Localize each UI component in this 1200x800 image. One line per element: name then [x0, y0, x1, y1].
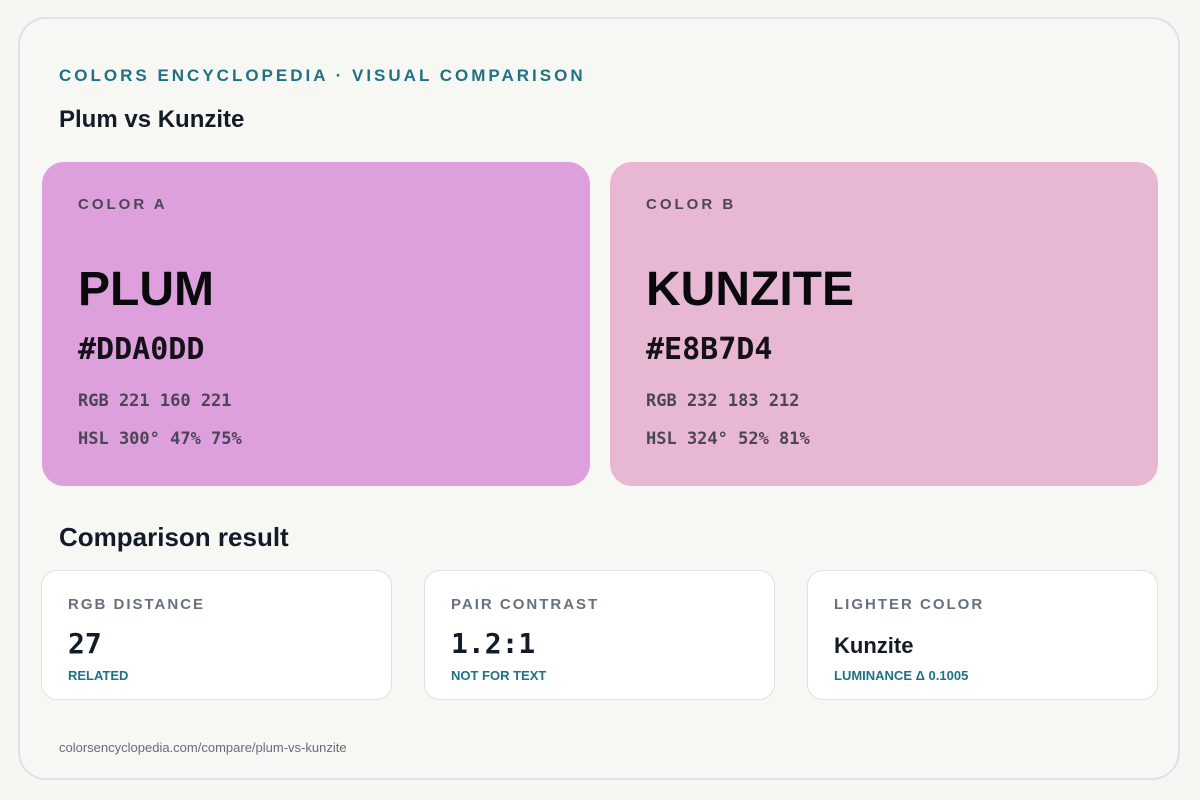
lighter-color-note: LUMINANCE Δ 0.1005 — [834, 668, 969, 683]
rgb-distance-value: 27 — [68, 627, 102, 660]
rgb-distance-card: RGB DISTANCE 27 RELATED — [41, 570, 392, 700]
lighter-color-value: Kunzite — [834, 633, 914, 658]
footer-url[interactable]: colorsencyclopedia.com/compare/plum-vs-k… — [59, 740, 347, 755]
color-b-rgb: RGB 232 183 212 — [646, 391, 800, 411]
color-b-name: KUNZITE — [646, 263, 854, 316]
rgb-distance-label: RGB DISTANCE — [68, 596, 206, 613]
pair-contrast-value: 1.2:1 — [451, 627, 536, 660]
rgb-distance-note: RELATED — [68, 668, 129, 683]
pair-contrast-label: PAIR CONTRAST — [451, 596, 600, 613]
color-b-swatch: COLOR B KUNZITE #E8B7D4 RGB 232 183 212 … — [610, 162, 1158, 486]
color-a-swatch: COLOR A PLUM #DDA0DD RGB 221 160 221 HSL… — [42, 162, 590, 486]
pair-contrast-card: PAIR CONTRAST 1.2:1 NOT FOR TEXT — [424, 570, 775, 700]
color-a-name: PLUM — [78, 263, 214, 316]
color-a-rgb: RGB 221 160 221 — [78, 391, 232, 411]
page-title: Plum vs Kunzite — [59, 106, 245, 133]
color-b-slot-label: COLOR B — [646, 196, 737, 213]
color-b-hex[interactable]: #E8B7D4 — [646, 332, 772, 367]
lighter-color-label: LIGHTER COLOR — [834, 596, 985, 613]
color-a-hex[interactable]: #DDA0DD — [78, 332, 204, 367]
eyebrow-label: COLORS ENCYCLOPEDIA · VISUAL COMPARISON — [59, 66, 586, 85]
color-a-hsl: HSL 300° 47% 75% — [78, 429, 242, 449]
color-a-slot-label: COLOR A — [78, 196, 168, 213]
lighter-color-card: LIGHTER COLOR Kunzite LUMINANCE Δ 0.1005 — [807, 570, 1158, 700]
color-b-hsl: HSL 324° 52% 81% — [646, 429, 810, 449]
comparison-section-title: Comparison result — [59, 522, 289, 552]
pair-contrast-note: NOT FOR TEXT — [451, 668, 547, 683]
